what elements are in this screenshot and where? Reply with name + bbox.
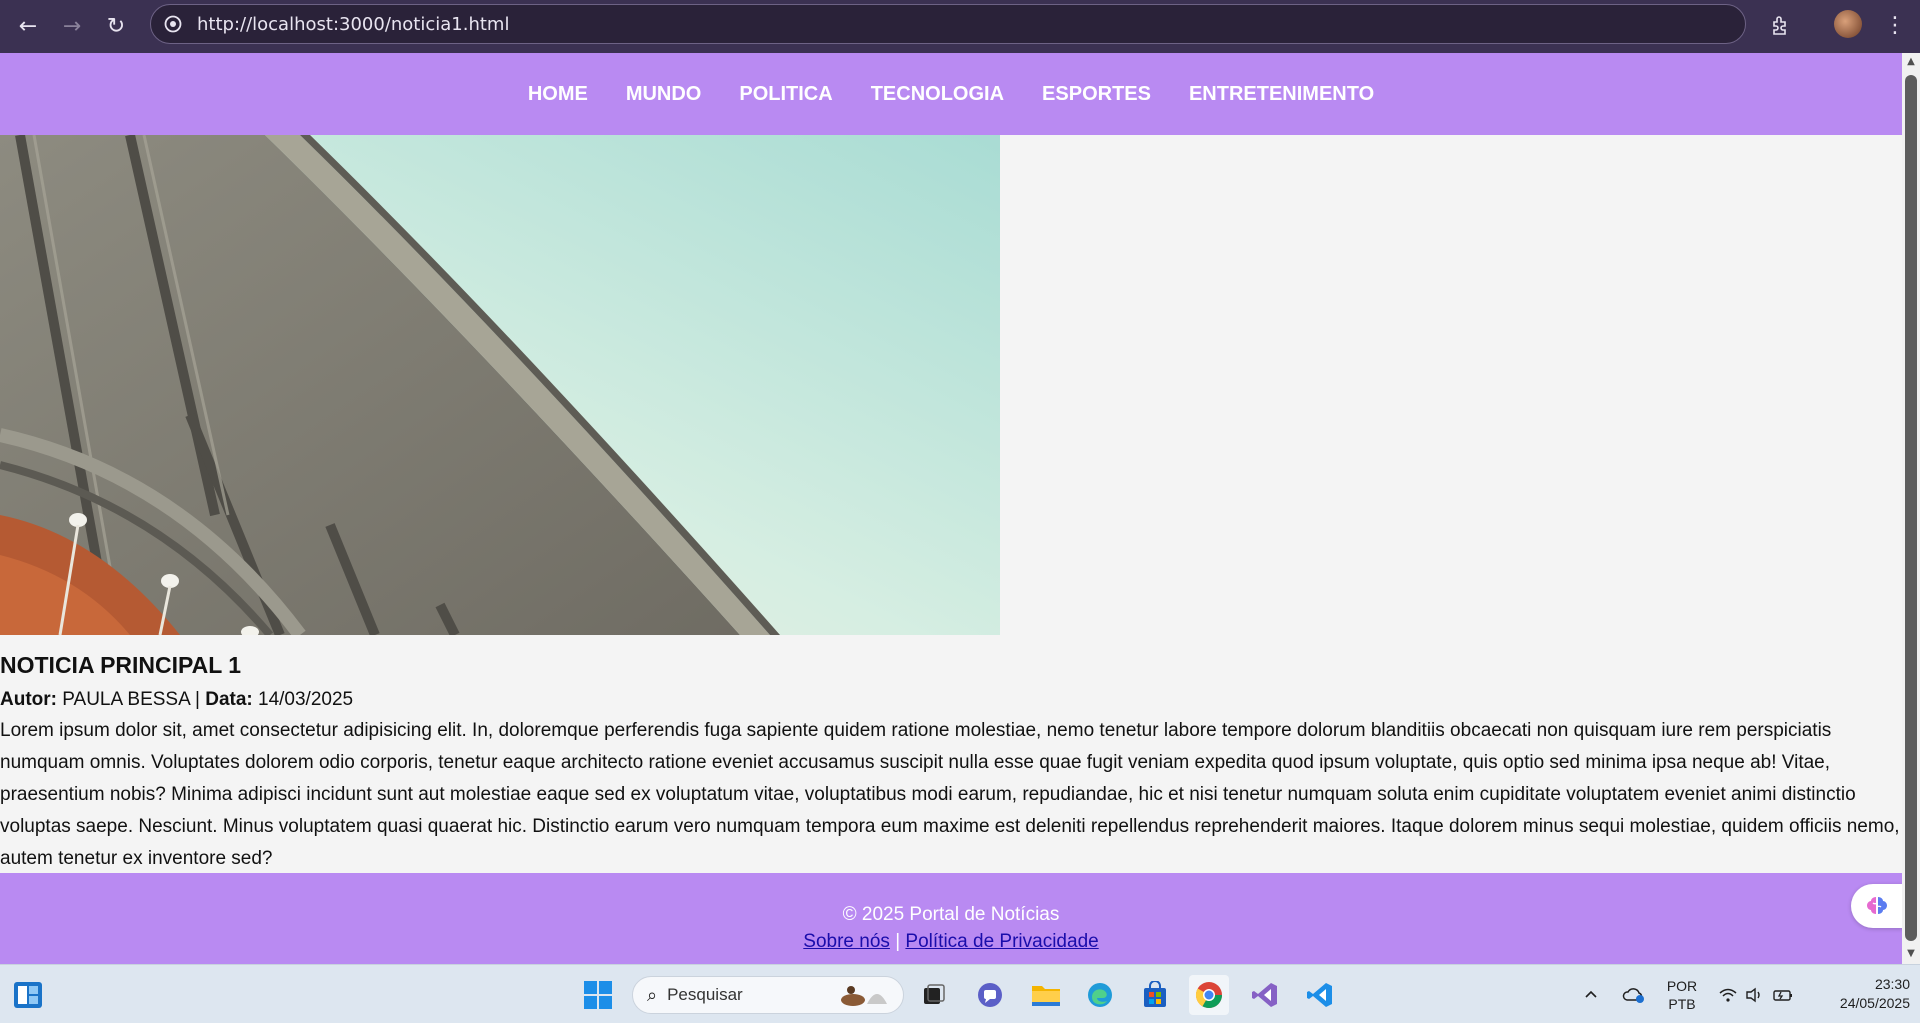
page-footer: © 2025 Portal de Notícias Sobre nós | Po… [0, 873, 1902, 964]
nav-item-politica[interactable]: POLITICA [739, 83, 832, 106]
footer-copyright: © 2025 Portal de Notícias [842, 904, 1060, 925]
date-label: Data: [205, 689, 253, 710]
article-date: 14/03/2025 [258, 689, 354, 710]
address-bar[interactable]: http://localhost:3000/noticia1.html [150, 4, 1746, 44]
clock-time: 23:30 [1874, 976, 1910, 992]
tray-chevron-icon[interactable] [1583, 965, 1599, 1023]
browser-toolbar: ← → ↻ http://localhost:3000/noticia1.htm… [0, 0, 1920, 53]
footer-links: Sobre nós | Política de Privacidade [0, 927, 1902, 957]
vscode-icon[interactable] [1300, 975, 1340, 1015]
scroll-down-arrow-icon[interactable]: ▼ [1905, 948, 1917, 960]
nav-item-tecnologia[interactable]: TECNOLOGIA [871, 83, 1004, 106]
scrollbar-thumb[interactable] [1905, 75, 1917, 941]
url-text: http://localhost:3000/noticia1.html [197, 13, 510, 35]
nav-item-entretenimento[interactable]: ENTRETENIMENTO [1189, 83, 1374, 106]
forward-arrow-icon[interactable]: → [50, 5, 94, 49]
page-scrollbar[interactable]: ▲ ▼ [1902, 53, 1920, 964]
page-viewport: HOME MUNDO POLITICA TECNOLOGIA ESPORTES … [0, 53, 1902, 964]
visual-studio-icon[interactable] [1245, 975, 1285, 1015]
volume-icon[interactable] [1745, 965, 1765, 1023]
lang-line-2: PTB [1668, 995, 1696, 1012]
store-icon[interactable] [1135, 975, 1175, 1015]
system-clock[interactable]: 23:30 24/05/2025 [1810, 975, 1910, 1013]
article-hero-image [0, 135, 1000, 635]
article-title: NOTICIA PRINCIPAL 1 [0, 652, 242, 678]
windows-start-icon[interactable] [578, 975, 618, 1015]
copilot-brain-icon[interactable] [1851, 884, 1903, 928]
main-navigation: HOME MUNDO POLITICA TECNOLOGIA ESPORTES … [0, 53, 1902, 135]
nav-item-mundo[interactable]: MUNDO [626, 83, 702, 106]
scroll-up-arrow-icon[interactable]: ▲ [1905, 56, 1917, 68]
nav-item-home[interactable]: HOME [528, 83, 588, 106]
nav-item-esportes[interactable]: ESPORTES [1042, 83, 1151, 106]
chrome-icon[interactable] [1189, 975, 1229, 1015]
article-content: NOTICIA PRINCIPAL 1 Autor: PAULA BESSA |… [0, 649, 1902, 875]
taskbar-search[interactable]: ⌕ Pesquisar [632, 976, 904, 1014]
meta-separator: | [195, 689, 200, 710]
search-highlight-icon [841, 986, 887, 1006]
more-menu-icon[interactable]: ⋮ [1880, 8, 1910, 42]
edge-icon[interactable] [1080, 975, 1120, 1015]
site-info-icon[interactable] [163, 14, 183, 34]
language-indicator[interactable]: POR PTB [1664, 965, 1700, 1023]
about-link[interactable]: Sobre nós [803, 931, 890, 952]
task-view-icon[interactable] [914, 975, 954, 1015]
reload-icon[interactable]: ↻ [94, 5, 138, 49]
back-arrow-icon[interactable]: ← [6, 5, 50, 49]
article-meta: Autor: PAULA BESSA | Data: 14/03/2025 [0, 685, 1902, 715]
wifi-icon[interactable] [1718, 965, 1738, 1023]
author-label: Autor: [0, 689, 57, 710]
search-icon: ⌕ [647, 984, 658, 1006]
taskbar-search-placeholder: Pesquisar [667, 985, 743, 1004]
file-explorer-icon[interactable] [1026, 975, 1066, 1015]
windows-taskbar: ⌕ Pesquisar POR PTB 23:30 24/05/2025 [0, 964, 1920, 1023]
lang-line-1: POR [1666, 977, 1698, 994]
battery-icon[interactable] [1772, 965, 1794, 1023]
article-body: Lorem ipsum dolor sit, amet consectetur … [0, 720, 1900, 869]
widgets-icon[interactable] [8, 975, 48, 1015]
author-name: PAULA BESSA [62, 689, 190, 710]
teams-icon[interactable] [970, 975, 1010, 1015]
footer-link-separator: | [895, 931, 901, 952]
clock-date: 24/05/2025 [1839, 995, 1910, 1011]
profile-avatar[interactable] [1834, 10, 1862, 38]
extensions-icon[interactable] [1764, 8, 1798, 42]
onedrive-icon[interactable] [1622, 965, 1646, 1023]
privacy-link[interactable]: Política de Privacidade [905, 931, 1098, 952]
